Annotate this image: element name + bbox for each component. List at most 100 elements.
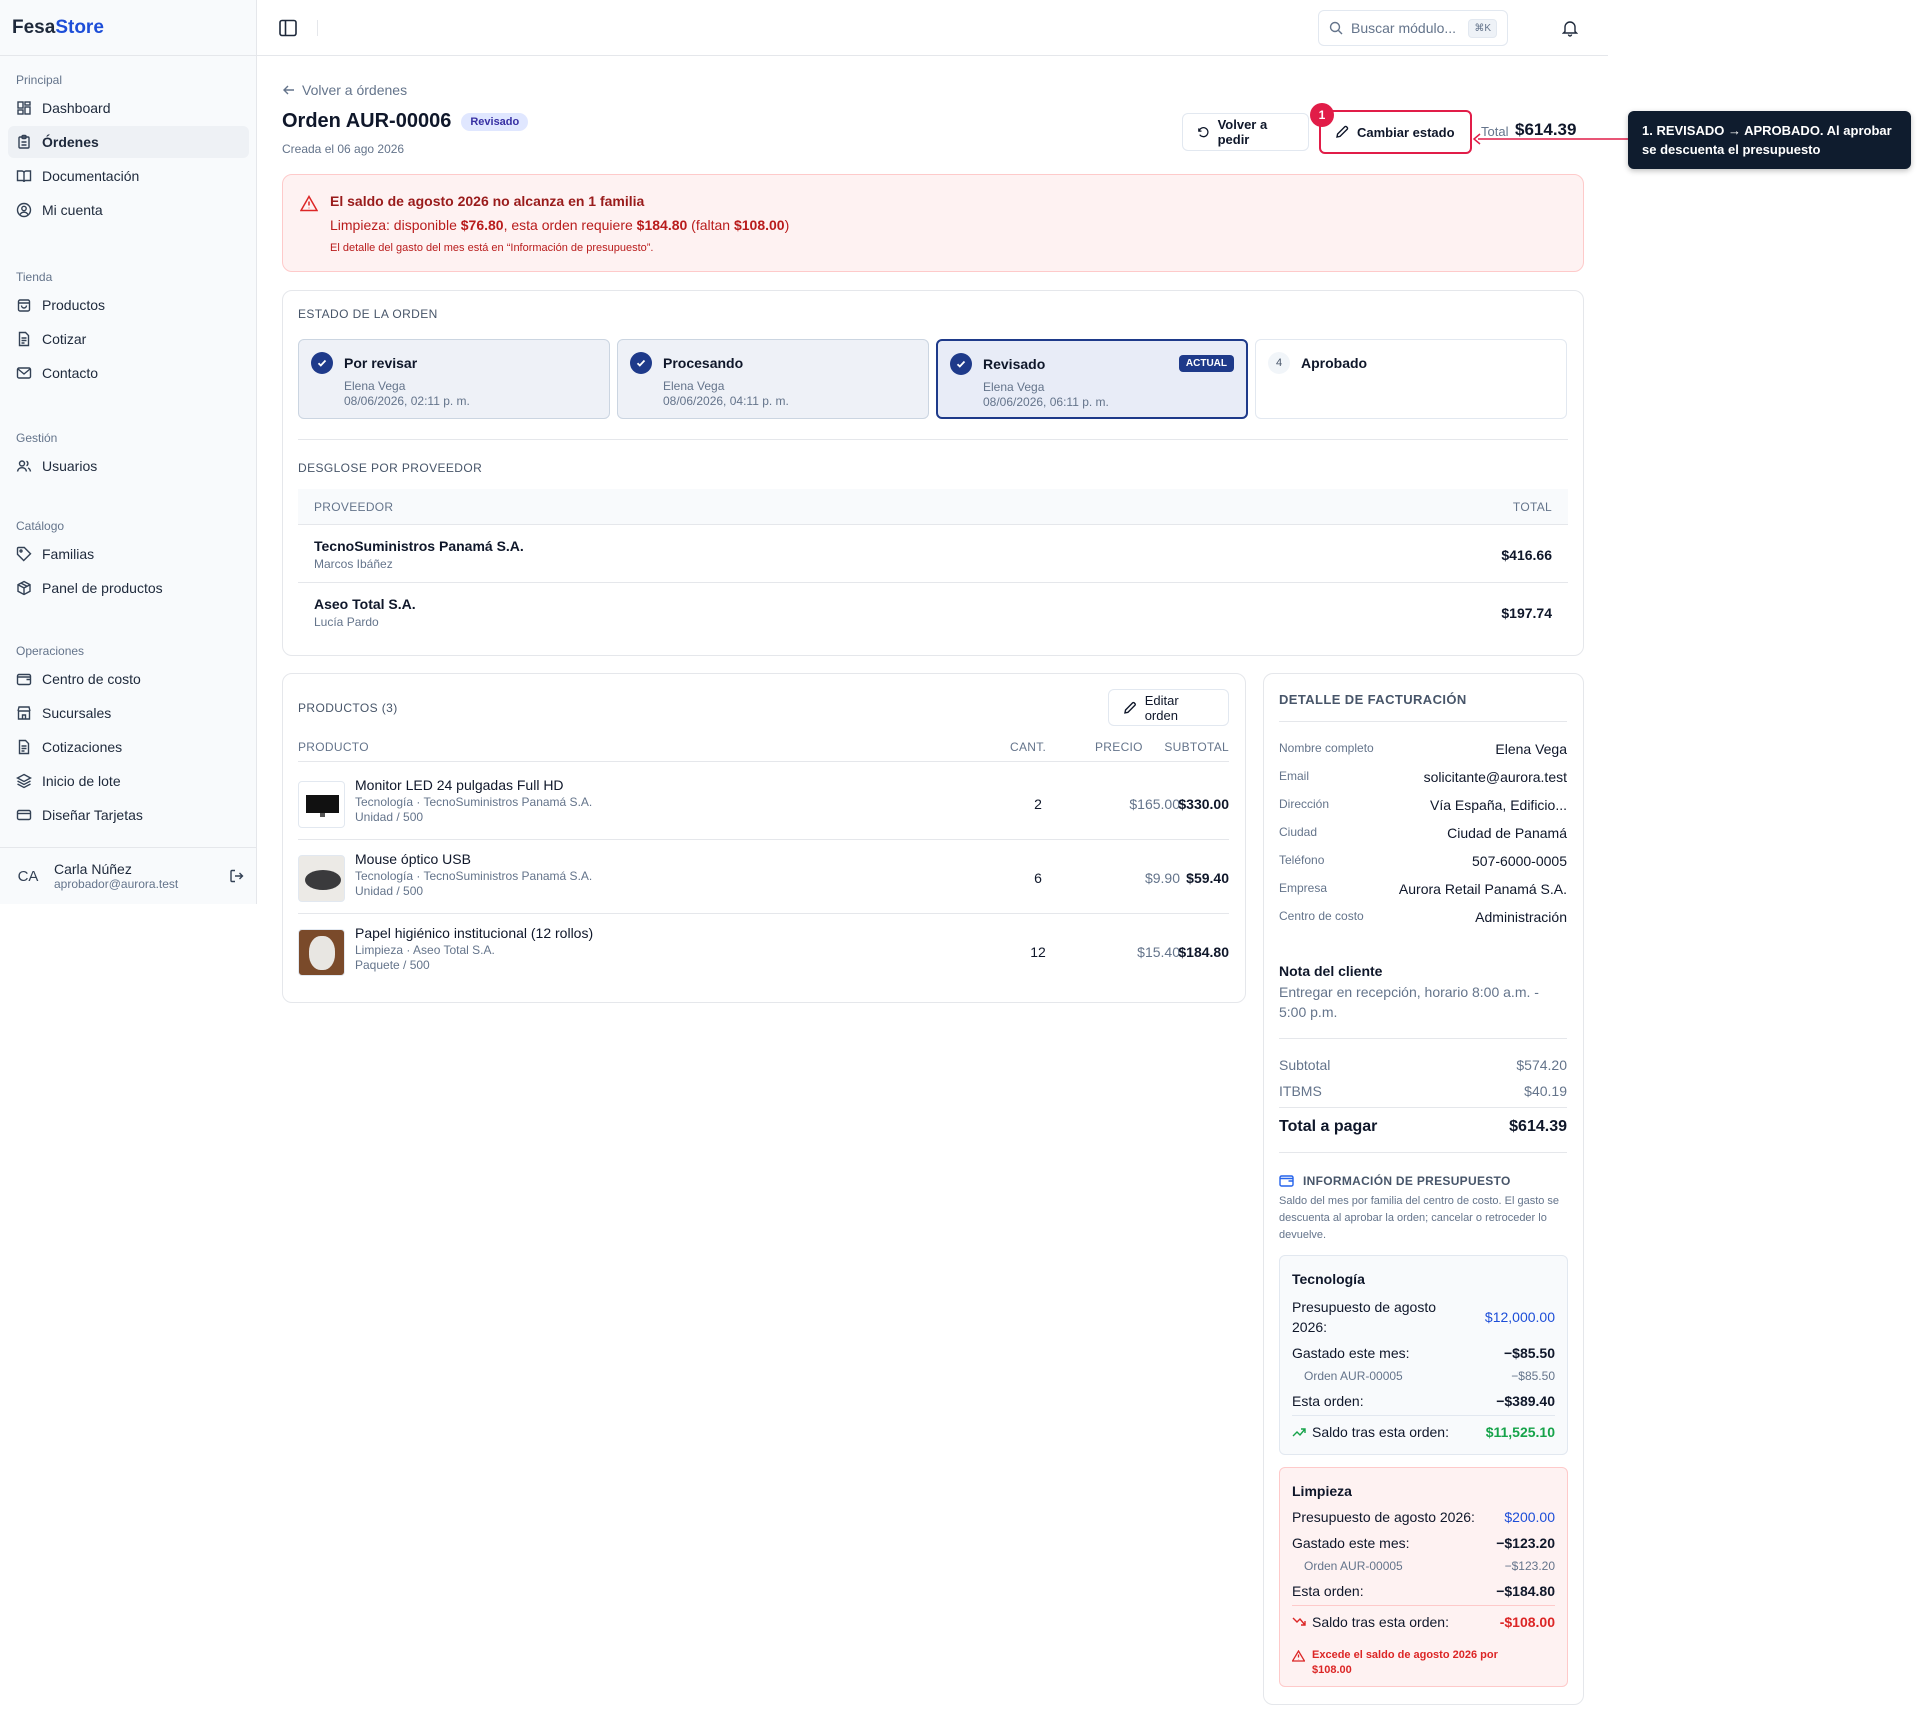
balance-row: Saldo tras esta orden: $11,525.10 [1292, 1424, 1555, 1440]
table-row[interactable]: Mouse óptico USB Tecnología · TecnoSumin… [298, 840, 1229, 914]
grand-total-row: Total a pagar $614.39 [1279, 1118, 1567, 1135]
step-label: Por revisar [344, 355, 418, 371]
divider [1279, 1038, 1567, 1039]
supplier-total: $197.74 [1501, 605, 1552, 621]
book-icon [16, 170, 32, 183]
trending-down-icon [1292, 1617, 1306, 1626]
group-label-tienda: Tienda [16, 270, 53, 284]
search-placeholder: Buscar módulo... [1351, 20, 1457, 36]
sidebar-item-centro-costo[interactable]: Centro de costo [8, 663, 249, 695]
billing-field-empresa: Empresa Aurora Retail Panamá S.A. [1279, 881, 1567, 897]
brand-logo[interactable]: Fesa Store [0, 0, 256, 56]
group-label-principal: Principal [16, 73, 63, 87]
check-icon [311, 352, 333, 374]
sidebar-item-usuarios[interactable]: Usuarios [8, 450, 249, 482]
warning-icon [1292, 1650, 1305, 1662]
store-icon [17, 706, 31, 720]
billing-field-centro-costo: Centro de costo Administración [1279, 909, 1567, 925]
sidebar-item-cotizar[interactable]: Cotizar [8, 323, 249, 355]
budget-family-tecnologia: Tecnología Presupuesto de agosto 2026: $1… [1279, 1255, 1568, 1455]
sidebar-item-dashboard[interactable]: Dashboard [8, 92, 249, 124]
avatar: CA [17, 867, 39, 885]
divider [298, 439, 1568, 440]
this-order-row: Esta orden: −$389.40 [1292, 1393, 1555, 1409]
group-label-gestion: Gestión [16, 431, 58, 445]
current-badge: ACTUAL [1178, 355, 1234, 372]
brand-part1: Fesa [12, 16, 56, 38]
sidebar-item-label: Panel de productos [42, 580, 163, 596]
table-row[interactable]: Monitor LED 24 pulgadas Full HD Tecnolog… [298, 766, 1229, 840]
sidebar-item-label: Contacto [42, 365, 99, 381]
supplier-row: Aseo Total S.A. Lucía Pardo $197.74 [298, 583, 1568, 641]
tag-icon [16, 546, 32, 562]
sidebar-item-familias[interactable]: Familias [8, 538, 249, 570]
bell-icon[interactable] [1562, 19, 1578, 37]
package-icon [17, 580, 31, 596]
step-date: 08/06/2026, 02:11 p. m. [344, 394, 470, 408]
sidebar-item-inicio-lote[interactable]: Inicio de lote [8, 765, 249, 797]
step-user: Elena Vega [983, 380, 1045, 394]
users-icon [16, 460, 32, 472]
sidebar-item-label: Órdenes [42, 134, 99, 150]
spent-row: Gastado este mes: −$85.50 [1292, 1345, 1555, 1361]
col-supplier: PROVEEDOR [314, 500, 394, 514]
step-user: Elena Vega [344, 379, 406, 393]
billing-field-telefono: Teléfono 507-6000-0005 [1279, 853, 1567, 869]
budget-alert: El saldo de agosto 2026 no alcanza en 1 … [282, 174, 1584, 272]
product-qty: 2 [1034, 796, 1042, 812]
sidebar-item-label: Mi cuenta [42, 202, 103, 218]
back-link-label: Volver a órdenes [302, 82, 408, 98]
products-table-header: PRODUCTO CANT. PRECIO SUBTOTAL [298, 738, 1229, 762]
status-step-aprobado: 4 Aprobado [1255, 339, 1567, 419]
sidebar-item-disenar-tarjetas[interactable]: Diseñar Tarjetas [8, 799, 249, 831]
product-image [298, 855, 345, 902]
annotation-callout: 1. REVISADO → APROBADO. Al aprobar se de… [1628, 111, 1911, 169]
change-status-label: Cambiar estado [1357, 124, 1455, 140]
logout-icon[interactable] [229, 868, 245, 884]
supplier-name: TecnoSuministros Panamá S.A. [314, 538, 524, 554]
billing-field-ciudad: Ciudad Ciudad de Panamá [1279, 825, 1567, 841]
spent-row: Gastado este mes: −$123.20 [1292, 1535, 1555, 1551]
sidebar-item-contacto[interactable]: Contacto [8, 357, 249, 389]
group-label-operaciones: Operaciones [16, 644, 85, 658]
budget-row: Presupuesto de agosto 2026: $12,000.00 [1292, 1299, 1555, 1335]
sidebar-item-mi-cuenta[interactable]: Mi cuenta [8, 194, 249, 226]
user-circle-icon [16, 202, 32, 218]
status-step-por-revisar: Por revisar Elena Vega 08/06/2026, 02:11… [298, 339, 610, 419]
edit-order-button[interactable]: Editar orden [1108, 689, 1229, 726]
tax-row: ITBMS $40.19 [1279, 1083, 1567, 1099]
layers-icon [16, 773, 32, 789]
product-subtotal: $59.40 [1186, 870, 1229, 886]
back-link[interactable]: Volver a órdenes [282, 82, 407, 98]
reorder-button[interactable]: Volver a pedir [1182, 113, 1309, 151]
sidebar-item-panel-productos[interactable]: Panel de productos [8, 572, 249, 604]
sidebar-item-cotizaciones[interactable]: Cotizaciones [8, 731, 249, 763]
subtotal-row: Subtotal $574.20 [1279, 1057, 1567, 1073]
table-row[interactable]: Papel higiénico institucional (12 rollos… [298, 914, 1229, 988]
alert-title: El saldo de agosto 2026 no alcanza en 1 … [330, 193, 645, 209]
sidebar-item-productos[interactable]: Productos [8, 289, 249, 321]
sidebar-item-label: Familias [42, 546, 95, 562]
check-icon [630, 352, 652, 374]
divider [1292, 1415, 1555, 1416]
sidebar: Fesa Store Principal Dashboard Órdenes Do… [0, 0, 257, 904]
divider [1292, 1605, 1555, 1606]
change-status-button[interactable]: Cambiar estado [1319, 110, 1472, 154]
sidebar-item-sucursales[interactable]: Sucursales [8, 697, 249, 729]
pencil-icon [1124, 701, 1136, 714]
edit-order-label: Editar orden [1144, 692, 1179, 723]
products-title: PRODUCTOS (3) [298, 701, 398, 715]
sidebar-item-ordenes[interactable]: Órdenes [8, 126, 249, 158]
trending-up-icon [1292, 1428, 1306, 1437]
sidebar-item-documentacion[interactable]: Documentación [8, 160, 249, 192]
divider [1279, 721, 1567, 722]
product-unit: Unidad / 500 [355, 810, 424, 824]
step-date: 08/06/2026, 04:11 p. m. [663, 394, 789, 408]
sidebar-item-label: Documentación [42, 168, 140, 184]
search-input[interactable]: Buscar módulo... ⌘K [1318, 10, 1508, 46]
user-profile[interactable]: CA Carla Núñez aprobador@aurora.test [0, 847, 257, 904]
sidebar-toggle-icon[interactable] [278, 18, 298, 38]
product-name: Monitor LED 24 pulgadas Full HD [355, 777, 564, 793]
budget-row: Presupuesto de agosto 2026: $200.00 [1292, 1509, 1555, 1525]
col-price: PRECIO [1095, 740, 1143, 754]
